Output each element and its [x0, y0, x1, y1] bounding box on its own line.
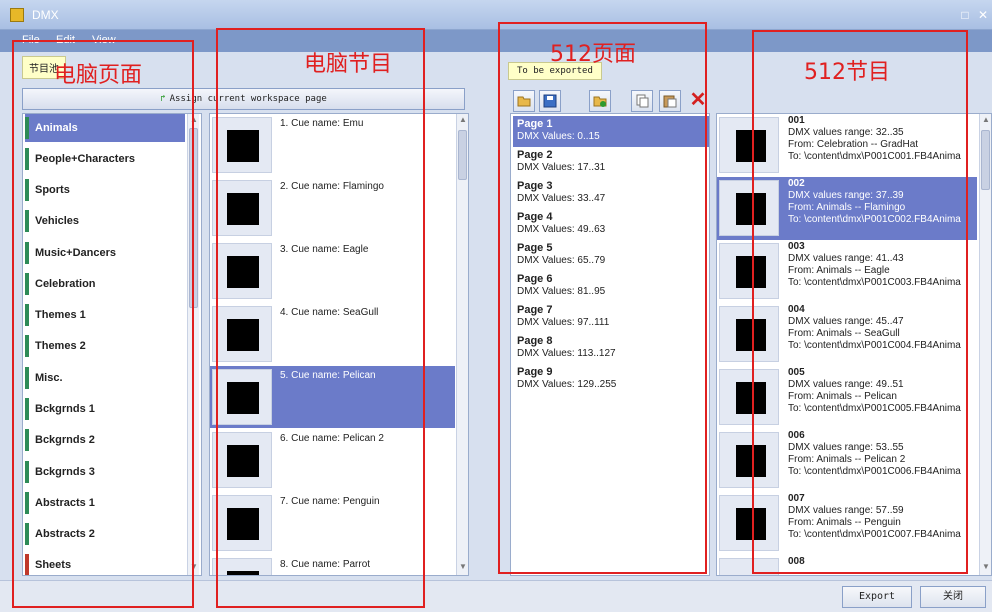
- annotation-box-pc-program: [216, 28, 425, 608]
- annotation-label: 512节目: [804, 60, 890, 85]
- scroll-down-icon[interactable]: ▼: [980, 561, 991, 573]
- scroll-thumb[interactable]: [458, 130, 467, 180]
- window-title: DMX: [32, 8, 59, 22]
- annotation-label: 512页面: [550, 42, 636, 67]
- annotation-box-512-program: [752, 30, 968, 574]
- scroll-up-icon[interactable]: ▲: [457, 114, 468, 126]
- annotation-label: 电脑页面: [54, 63, 143, 88]
- scroll-thumb[interactable]: [981, 130, 990, 190]
- cue-scrollbar[interactable]: ▲ ▼: [456, 114, 468, 575]
- scroll-down-icon[interactable]: ▼: [457, 561, 468, 573]
- scroll-up-icon[interactable]: ▲: [980, 114, 991, 126]
- minimize-icon[interactable]: □: [958, 8, 972, 22]
- export-button[interactable]: Export: [842, 586, 912, 608]
- export-scrollbar[interactable]: ▲ ▼: [979, 114, 991, 575]
- app-icon: [10, 8, 24, 22]
- close-button[interactable]: 关闭: [920, 586, 986, 608]
- annotation-box-pc-page: [12, 40, 194, 608]
- annotation-label: 电脑节目: [304, 52, 393, 77]
- title-bar: DMX □ ✕: [0, 0, 992, 30]
- annotation-box-512-page: [498, 22, 707, 574]
- close-icon[interactable]: ✕: [976, 8, 990, 22]
